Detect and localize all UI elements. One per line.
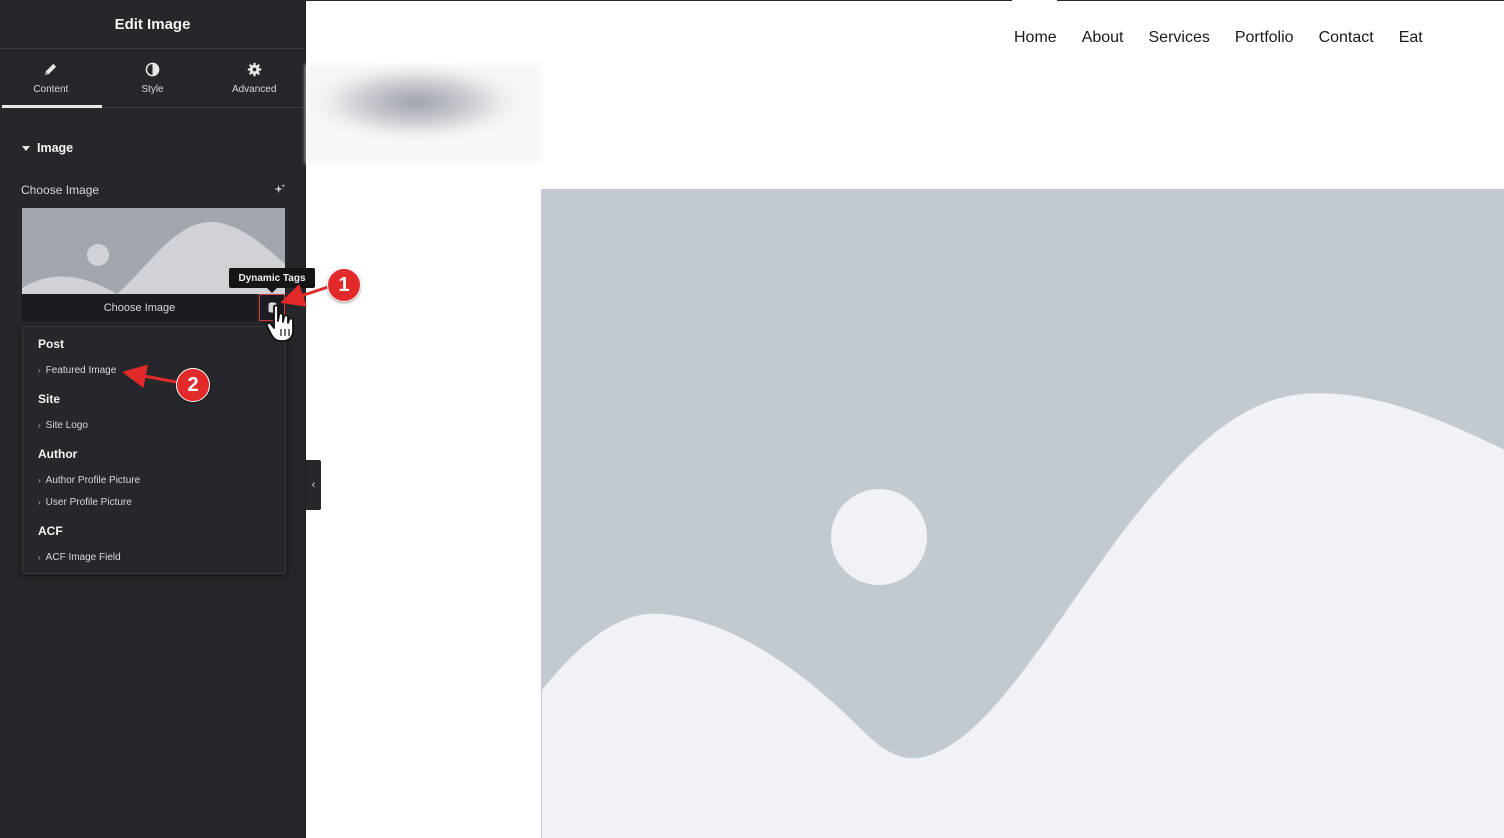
group-post: Post <box>38 337 65 351</box>
tag-author-profile-picture-label: Author Profile Picture <box>45 475 141 486</box>
image-section-title: Image <box>37 141 74 155</box>
nav-about[interactable]: About <box>1082 29 1124 47</box>
tag-author-profile-picture[interactable]: › Author Profile Picture <box>38 475 140 486</box>
group-acf: ACF <box>38 524 63 538</box>
nav-services[interactable]: Services <box>1149 29 1210 47</box>
nav-home[interactable]: Home <box>1014 29 1057 47</box>
hand-pointer-cursor-icon <box>265 304 294 342</box>
tab-content-label: Content <box>33 83 69 95</box>
tab-style[interactable]: Style <box>102 49 204 107</box>
image-widget-placeholder[interactable] <box>541 189 1504 838</box>
site-navigation: Home About Services Portfolio Contact Ea… <box>1014 29 1423 47</box>
tag-user-profile-picture-label: User Profile Picture <box>45 497 132 508</box>
nav-eat[interactable]: Eat <box>1399 29 1423 47</box>
chevron-right-icon: › <box>38 476 41 485</box>
tag-featured-image-label: Featured Image <box>45 365 117 376</box>
image-section-toggle[interactable]: Image <box>22 141 73 155</box>
gear-icon <box>247 62 261 76</box>
tab-advanced[interactable]: Advanced <box>203 49 305 107</box>
contrast-icon <box>145 62 160 76</box>
tag-site-logo-label: Site Logo <box>45 420 88 431</box>
tag-acf-image-field[interactable]: › ACF Image Field <box>38 552 121 563</box>
tag-acf-image-field-label: ACF Image Field <box>45 552 121 563</box>
pencil-icon <box>45 63 57 75</box>
dynamic-tags-tooltip: Dynamic Tags <box>229 268 315 293</box>
tag-user-profile-picture[interactable]: › User Profile Picture <box>38 497 132 508</box>
chevron-right-icon: › <box>38 366 41 375</box>
group-author: Author <box>38 447 78 461</box>
annotation-step-2: 2 <box>176 368 210 402</box>
nav-contact[interactable]: Contact <box>1319 29 1374 47</box>
ai-sparkle-icon[interactable] <box>273 183 286 196</box>
blurred-logo-image <box>306 64 542 164</box>
panel-tabs: Content Style Advanced <box>0 49 305 108</box>
screen: Edit Image Content Style Advanced Image … <box>0 0 1504 838</box>
choose-image-label: Choose Image <box>21 183 100 197</box>
group-site: Site <box>38 392 61 406</box>
tag-site-logo[interactable]: › Site Logo <box>38 420 88 431</box>
collapse-panel-button[interactable]: ‹ <box>306 460 321 510</box>
placeholder-image <box>542 190 1504 838</box>
caret-down-icon <box>22 145 30 151</box>
annotation-step-1: 1 <box>327 268 361 302</box>
tab-advanced-label: Advanced <box>231 83 277 95</box>
tab-content[interactable]: Content <box>0 49 102 108</box>
canvas-top-border-gap <box>1012 0 1057 1</box>
choose-image-button[interactable]: Choose Image <box>22 294 257 321</box>
chevron-right-icon: › <box>38 421 41 430</box>
editor-sidebar: Edit Image Content Style Advanced Image … <box>0 0 315 838</box>
dynamic-tags-dropdown: Post › Featured Image Site › Site Logo A… <box>22 326 286 574</box>
canvas-top-border <box>306 0 1504 1</box>
tag-featured-image[interactable]: › Featured Image <box>38 365 116 376</box>
tab-style-label: Style <box>141 83 164 95</box>
panel-title: Edit Image <box>0 0 305 49</box>
nav-portfolio[interactable]: Portfolio <box>1235 29 1294 47</box>
chevron-right-icon: › <box>38 498 41 507</box>
chevron-right-icon: › <box>38 553 41 562</box>
